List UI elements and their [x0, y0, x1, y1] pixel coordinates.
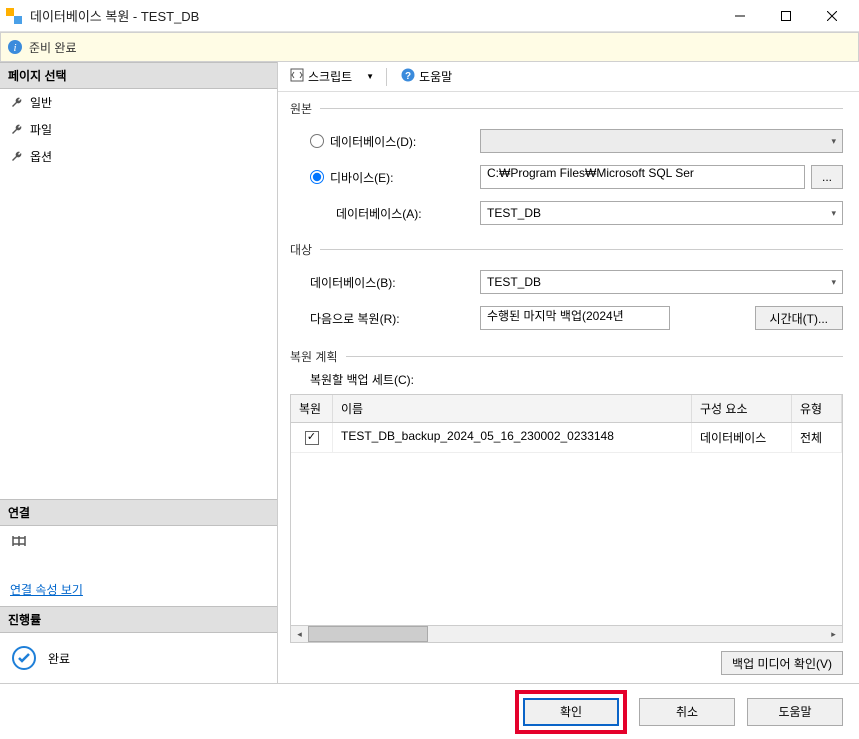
maximize-button[interactable] — [763, 1, 809, 31]
restore-to-label: 다음으로 복원(R): — [310, 310, 480, 327]
help-button[interactable]: 도움말 — [747, 698, 843, 726]
script-icon — [290, 68, 304, 85]
device-path-input[interactable]: C:₩Program Files₩Microsoft SQL Ser — [480, 165, 805, 189]
help-icon: ? — [401, 68, 415, 85]
pages-header: 페이지 선택 — [0, 62, 277, 89]
progress-header: 진행률 — [0, 606, 277, 633]
scroll-right-icon[interactable]: ▸ — [825, 626, 842, 642]
horizontal-scrollbar[interactable]: ◂ ▸ — [291, 625, 842, 642]
highlight-annotation: 확인 — [515, 690, 627, 734]
sidebar-item-general[interactable]: 일반 — [0, 89, 277, 116]
radio-source-database-input[interactable] — [310, 134, 324, 148]
script-button[interactable]: 스크립트 — [284, 66, 358, 87]
script-dropdown-arrow[interactable]: ▼ — [366, 72, 374, 81]
source-database-dropdown: ▾ — [480, 129, 843, 153]
chevron-down-icon: ▾ — [831, 208, 836, 219]
cell-component: 데이터베이스 — [692, 423, 792, 452]
database-b-dropdown[interactable]: TEST_DB▾ — [480, 270, 843, 294]
sidebar-item-label: 파일 — [30, 121, 52, 138]
toolbar-separator — [386, 68, 387, 86]
grid-row[interactable]: TEST_DB_backup_2024_05_16_230002_0233148… — [291, 423, 842, 453]
radio-source-device[interactable]: 디바이스(E): — [310, 169, 480, 186]
sidebar-item-label: 옵션 — [30, 148, 52, 165]
status-infobar: i 준비 완료 — [0, 32, 859, 62]
svg-text:?: ? — [405, 71, 411, 82]
sidebar-item-options[interactable]: 옵션 — [0, 143, 277, 170]
status-text: 준비 완료 — [29, 39, 77, 56]
script-label: 스크립트 — [308, 68, 352, 85]
help-label: 도움말 — [419, 68, 452, 85]
database-a-dropdown[interactable]: TEST_DB▾ — [480, 201, 843, 225]
col-type[interactable]: 유형 — [792, 395, 842, 422]
content: 스크립트 ▼ ? 도움말 원본 데이터베이스(D): ▾ — [278, 62, 859, 683]
svg-text:i: i — [13, 42, 16, 54]
wrench-icon — [10, 96, 24, 110]
scroll-thumb[interactable] — [308, 626, 428, 642]
database-b-label: 데이터베이스(B): — [310, 274, 480, 291]
progress-status: 완료 — [48, 650, 70, 667]
restore-checkbox[interactable] — [305, 431, 319, 445]
target-legend: 대상 — [290, 241, 843, 258]
minimize-button[interactable] — [717, 1, 763, 31]
verify-backup-media-button[interactable]: 백업 미디어 확인(V) — [721, 651, 843, 675]
sidebar: 페이지 선택 일반 파일 옵션 연결 연결 속성 보기 진행률 — [0, 62, 278, 683]
help-button[interactable]: ? 도움말 — [395, 66, 458, 87]
source-legend: 원본 — [290, 100, 843, 117]
col-name[interactable]: 이름 — [333, 395, 692, 422]
ok-button[interactable]: 확인 — [523, 698, 619, 726]
scroll-left-icon[interactable]: ◂ — [291, 626, 308, 642]
cell-type: 전체 — [792, 423, 842, 452]
connection-header: 연결 — [0, 499, 277, 526]
wrench-icon — [10, 123, 24, 137]
radio-source-device-input[interactable] — [310, 170, 324, 184]
info-icon: i — [7, 39, 23, 55]
timeline-button[interactable]: 시간대(T)... — [755, 306, 843, 330]
connection-properties-link[interactable]: 연결 속성 보기 — [10, 581, 267, 598]
radio-source-database[interactable]: 데이터베이스(D): — [310, 133, 480, 150]
backup-sets-label: 복원할 백업 세트(C): — [310, 371, 843, 388]
cancel-button[interactable]: 취소 — [639, 698, 735, 726]
browse-button[interactable]: ... — [811, 165, 843, 189]
dialog-footer: 확인 취소 도움말 — [0, 683, 859, 739]
sidebar-item-label: 일반 — [30, 94, 52, 111]
database-a-label: 데이터베이스(A): — [310, 205, 480, 222]
backup-sets-grid: 복원 이름 구성 요소 유형 TEST_DB_backup_2024_05_16… — [290, 394, 843, 643]
radio-label: 데이터베이스(D): — [330, 133, 416, 150]
progress-complete-icon — [10, 644, 38, 672]
col-restore[interactable]: 복원 — [291, 395, 333, 422]
radio-label: 디바이스(E): — [330, 169, 394, 186]
plan-legend: 복원 계획 — [290, 348, 843, 365]
chevron-down-icon: ▾ — [831, 136, 836, 147]
grid-header: 복원 이름 구성 요소 유형 — [291, 395, 842, 423]
sidebar-item-files[interactable]: 파일 — [0, 116, 277, 143]
app-icon — [4, 6, 24, 26]
restore-to-input[interactable]: 수행된 마지막 백업(2024년 — [480, 306, 670, 330]
wrench-icon — [10, 150, 24, 164]
content-toolbar: 스크립트 ▼ ? 도움말 — [278, 62, 859, 92]
titlebar: 데이터베이스 복원 - TEST_DB — [0, 0, 859, 32]
connection-icon — [10, 534, 267, 551]
window-title: 데이터베이스 복원 - TEST_DB — [30, 6, 717, 25]
chevron-down-icon: ▾ — [831, 277, 836, 288]
col-component[interactable]: 구성 요소 — [692, 395, 792, 422]
close-button[interactable] — [809, 1, 855, 31]
cell-name: TEST_DB_backup_2024_05_16_230002_0233148 — [333, 423, 692, 452]
